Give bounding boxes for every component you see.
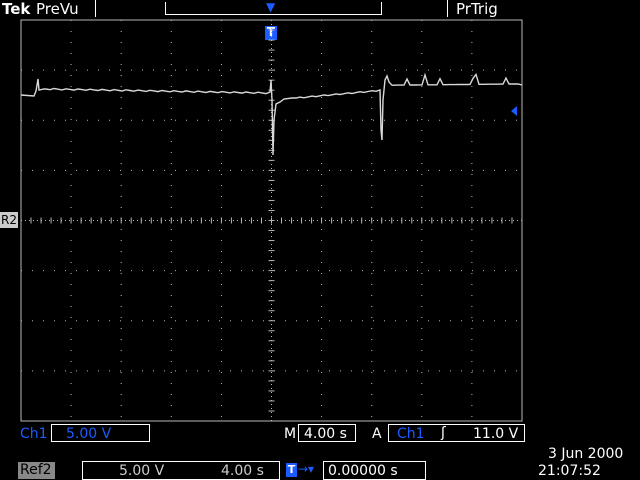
trigger-level: 11.0 V [473,426,519,442]
timebase-box[interactable]: 4.00 s [298,424,356,442]
time: 21:07:52 [538,463,601,479]
trigger-label: A [372,426,382,442]
ch1-scale-box[interactable]: 5.00 V [51,424,150,442]
ref2-label[interactable]: Ref2 [18,462,55,479]
arrow-right-down-icon: →▾ [298,462,315,476]
timebase-value: 4.00 s [304,426,347,442]
trigger-source: Ch1 [397,426,425,442]
ch1-trace [20,72,523,156]
ch1-label[interactable]: Ch1 [20,426,48,442]
ref2-time: 4.00 s [221,463,264,479]
trigger-offset: 0.00000 s [328,463,398,479]
trigger-offset-box[interactable]: 0.00000 s [323,461,426,480]
rising-edge-icon: ʃ [441,425,446,441]
ref2-marker[interactable]: R2 [0,212,18,228]
ch1-scale: 5.00 V [66,426,112,442]
trigger-box[interactable]: Ch1 ʃ 11.0 V [388,424,525,442]
timebase-label: M [284,426,297,442]
waveform-display [20,19,523,422]
trigger-level-icon [511,106,517,116]
trigger-offset-icon: T [286,463,297,477]
ref2-scale: 5.00 V [119,463,165,479]
ref2-info-box[interactable]: 5.00 V 4.00 s [82,461,280,480]
date: 3 Jun 2000 [548,446,624,462]
